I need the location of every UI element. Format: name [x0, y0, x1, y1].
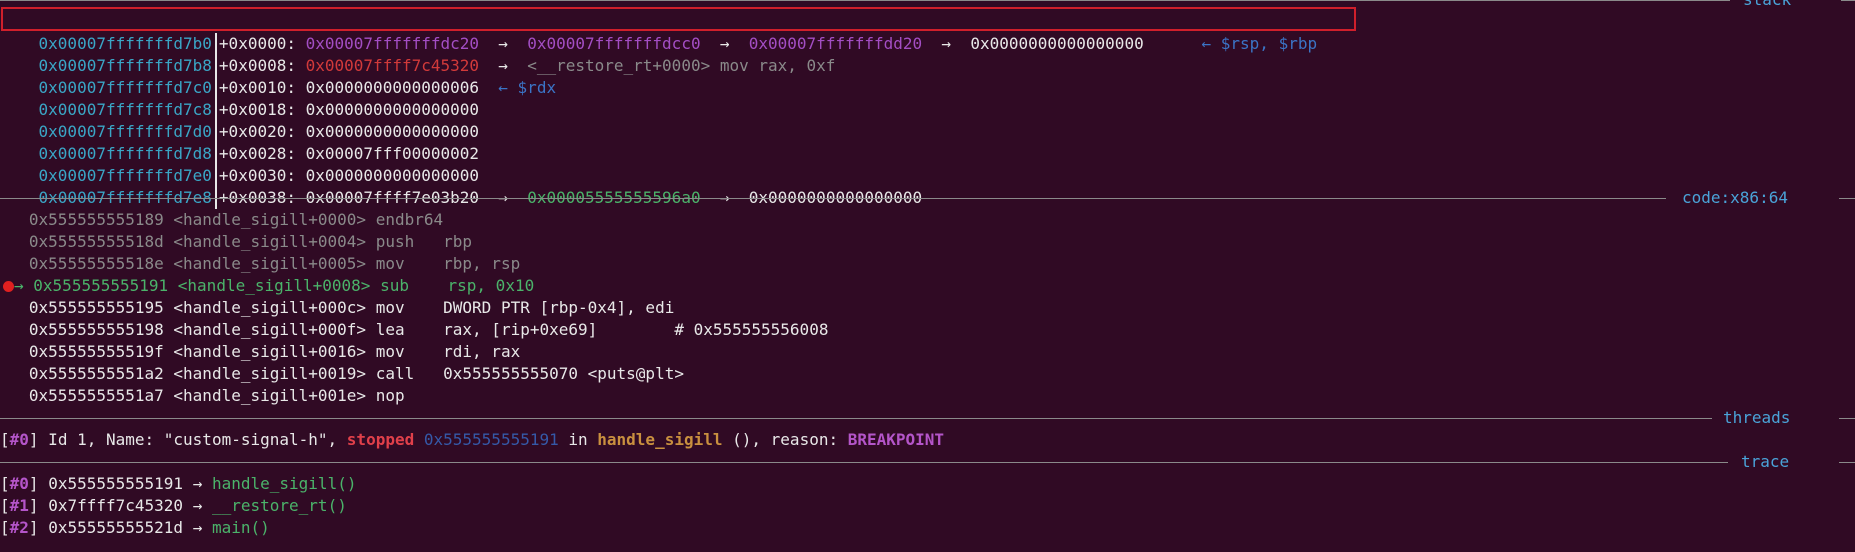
threads-separator: threads: [0, 407, 1855, 429]
stop-reason: BREAKPOINT: [847, 430, 945, 449]
stack-row[interactable]: 0x00007fffffffd7b0 +0x0000: 0x00007ffffff…: [0, 11, 1317, 55]
code-line[interactable]: 0x55555555519f <handle_sigill+0016> mov …: [0, 341, 520, 363]
trace-frame[interactable]: [#0] 0x555555555191 → handle_sigill(): [0, 473, 356, 495]
current-instruction-arrow-icon: →: [14, 276, 24, 295]
code-line[interactable]: 0x555555555189 <handle_sigill+0000> endb…: [0, 209, 443, 231]
code-line[interactable]: 0x5555555551a7 <handle_sigill+001e> nop: [0, 385, 405, 407]
stack-title: stack: [1743, 0, 1791, 11]
code-title: code:x86:64: [1682, 188, 1788, 207]
code-line[interactable]: 0x5555555551a2 <handle_sigill+0019> call…: [0, 363, 684, 385]
code-line-current[interactable]: → 0x555555555191 <handle_sigill+0008> su…: [0, 275, 534, 297]
thread-state: stopped: [346, 430, 415, 449]
threads-title: threads: [1723, 408, 1791, 427]
code-line[interactable]: 0x55555555518e <handle_sigill+0005> mov …: [0, 253, 520, 275]
stack-row[interactable]: 0x00007fffffffd7d0 +0x0020: 0x00000000000…: [0, 99, 479, 143]
code-line[interactable]: 0x55555555518d <handle_sigill+0004> push…: [0, 231, 472, 253]
stack-row[interactable]: 0x00007fffffffd7e0 +0x0030: 0x00000000000…: [0, 143, 479, 187]
code-separator: code:x86:64: [0, 187, 1855, 209]
code-line[interactable]: 0x555555555195 <handle_sigill+000c> mov …: [0, 297, 674, 319]
trace-separator: trace: [0, 451, 1855, 473]
code-line[interactable]: 0x555555555198 <handle_sigill+000f> lea …: [0, 319, 829, 341]
trace-frame[interactable]: [#1] 0x7ffff7c45320 → __restore_rt(): [0, 495, 347, 517]
register-note: ← $rdx: [498, 78, 557, 97]
stack-row[interactable]: 0x00007fffffffd7e8 +0x0038: 0x00007ffff7e…: [0, 165, 922, 209]
stack-row[interactable]: 0x00007fffffffd7c0 +0x0010: 0x00000000000…: [0, 55, 556, 99]
trace-frame[interactable]: [#2] 0x55555555521d → main(): [0, 517, 270, 539]
trace-title: trace: [1741, 452, 1790, 471]
breakpoint-icon[interactable]: [3, 281, 14, 292]
stack-row[interactable]: 0x00007fffffffd7d8 +0x0028: 0x00007fff000…: [0, 121, 479, 165]
stack-row[interactable]: 0x00007fffffffd7b8 +0x0008: 0x00007ffff7c…: [0, 33, 835, 77]
stack-row[interactable]: 0x00007fffffffd7c8 +0x0018: 0x00000000000…: [0, 77, 479, 121]
thread-line[interactable]: [#0] Id 1, Name: "custom-signal-h", stop…: [0, 429, 944, 451]
gef-terminal: stack 0x00007fffffffd7b0+0x0000: 0x00007…: [0, 0, 1855, 552]
register-note: ← $rsp, $rbp: [1201, 34, 1318, 53]
